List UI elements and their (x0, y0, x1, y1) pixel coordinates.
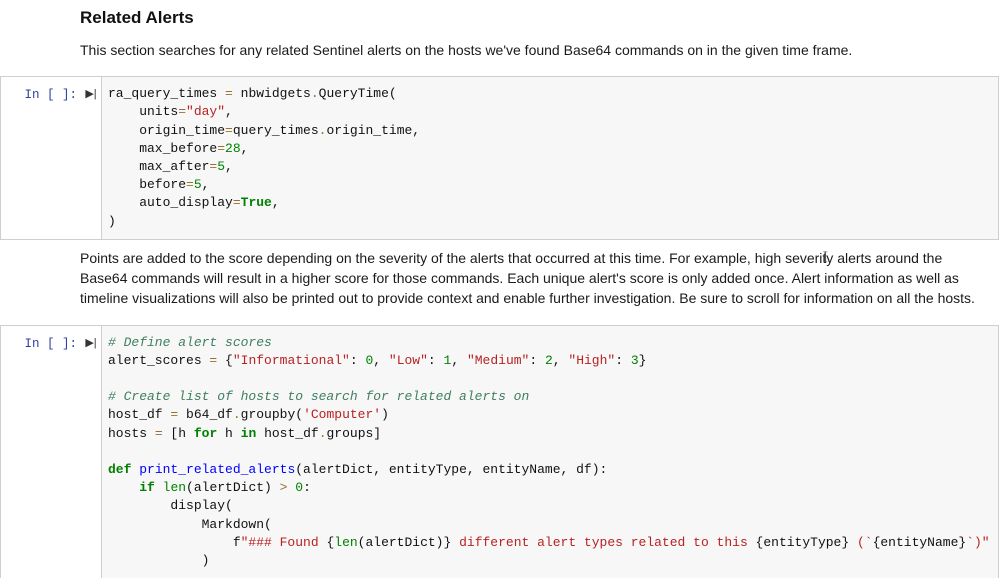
run-icon: ▶| (85, 87, 96, 100)
input-prompt: In [ ]: (24, 88, 77, 102)
middle-text: Points are added to the score depending … (80, 248, 975, 309)
text-cursor-icon: I (823, 249, 828, 267)
code-content[interactable]: ra_query_times = nbwidgets.QueryTime( un… (108, 85, 986, 231)
markdown-cell: Related Alerts This section searches for… (0, 8, 999, 60)
input-prompt: In [ ]: (24, 337, 77, 351)
code-editor[interactable]: # Define alert scores alert_scores = {"I… (101, 326, 998, 578)
prompt-gutter: In [ ]: (1, 326, 81, 578)
intro-text: This section searches for any related Se… (80, 40, 975, 60)
code-cell-2[interactable]: In [ ]: ▶| # Define alert scores alert_s… (0, 325, 999, 578)
run-button[interactable]: ▶| (81, 77, 101, 239)
run-button[interactable]: ▶| (81, 326, 101, 578)
prompt-gutter: In [ ]: (1, 77, 81, 239)
section-heading: Related Alerts (80, 8, 975, 28)
code-cell-1[interactable]: In [ ]: ▶| ra_query_times = nbwidgets.Qu… (0, 76, 999, 240)
code-editor[interactable]: ra_query_times = nbwidgets.QueryTime( un… (101, 77, 998, 239)
run-icon: ▶| (85, 336, 96, 349)
code-content[interactable]: # Define alert scores alert_scores = {"I… (108, 334, 986, 570)
markdown-cell: Points are added to the score depending … (0, 248, 999, 309)
